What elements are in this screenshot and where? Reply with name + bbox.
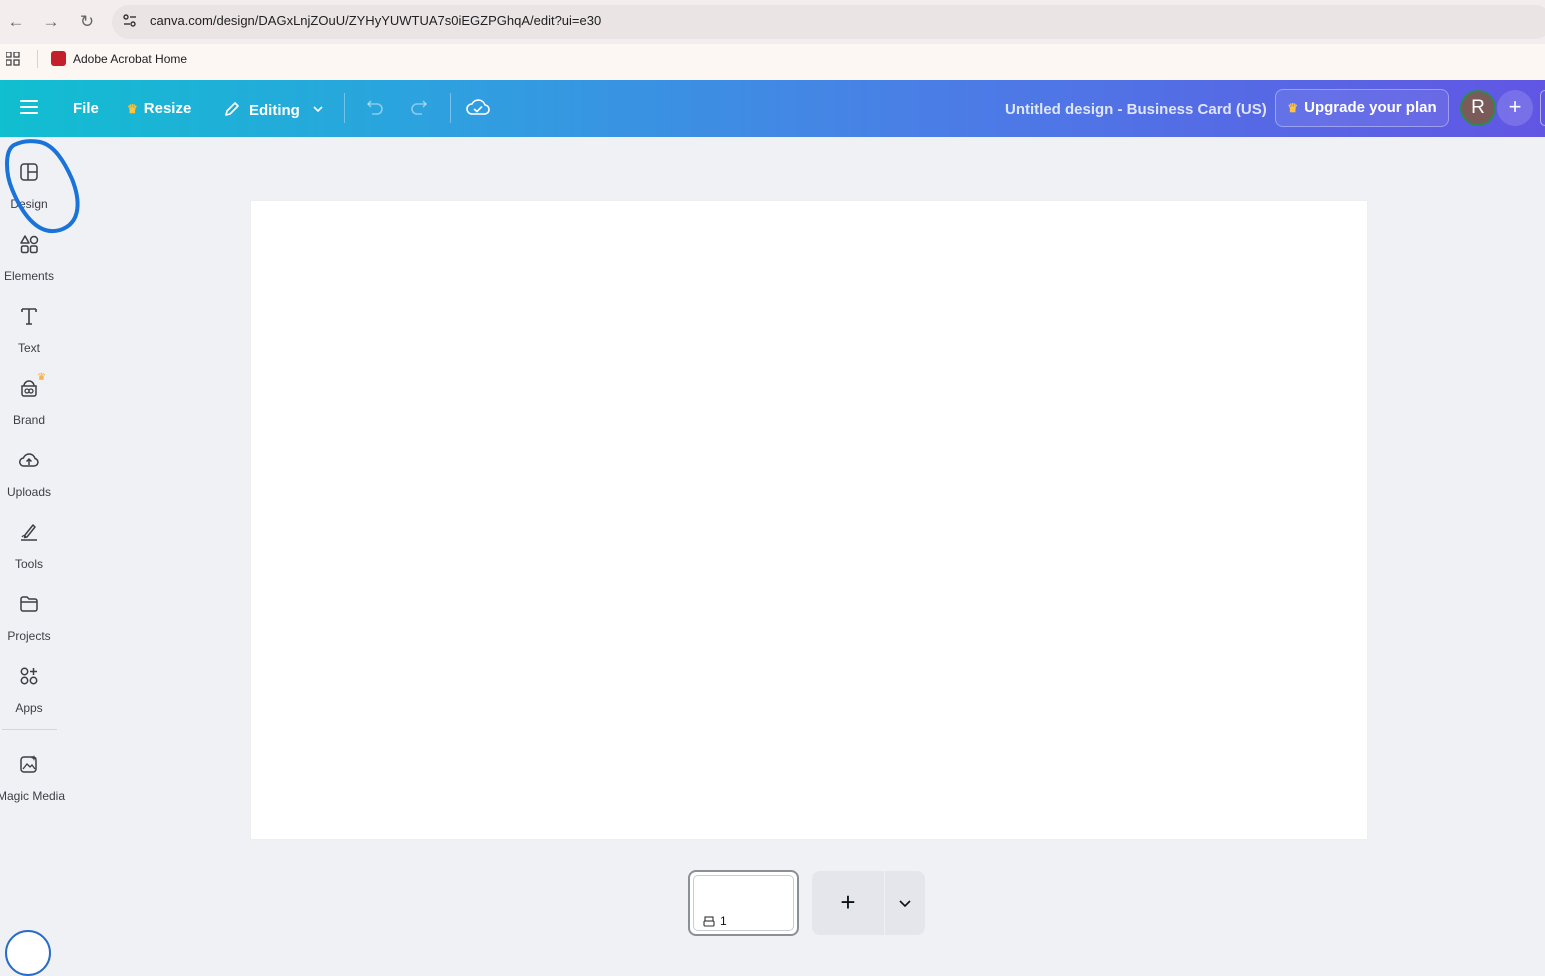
bookmarks-bar xyxy=(0,44,1545,81)
site-info-icon[interactable] xyxy=(121,12,139,30)
annotation-circle xyxy=(5,139,80,234)
add-collaborator-button[interactable]: + xyxy=(1497,90,1533,126)
apps-grid-icon[interactable] xyxy=(6,52,20,66)
sidebar-item-tools[interactable]: Tools xyxy=(0,522,58,588)
apps-icon xyxy=(20,667,38,685)
upgrade-label: Upgrade your plan xyxy=(1304,99,1437,116)
premium-crown-icon: ♛ xyxy=(37,372,46,383)
undo-icon[interactable] xyxy=(363,98,385,118)
crown-icon: ♛ xyxy=(1287,101,1299,115)
sidebar-item-projects[interactable]: Projects xyxy=(0,594,58,660)
bookmark-adobe-acrobat[interactable]: Adobe Acrobat Home xyxy=(73,52,187,66)
projects-icon xyxy=(20,596,38,612)
page-number: 1 xyxy=(720,914,727,928)
sidebar-item-label: Brand xyxy=(12,413,46,427)
magic-media-icon xyxy=(20,755,37,773)
sidebar-item-label: Magic Media xyxy=(0,789,66,803)
editing-label: Editing xyxy=(249,102,300,119)
share-button-partial[interactable] xyxy=(1540,90,1545,126)
sidebar-item-label: Projects xyxy=(7,629,51,643)
crown-icon: ♛ xyxy=(127,102,138,116)
uploads-icon xyxy=(19,453,39,467)
tools-icon xyxy=(21,524,37,541)
cloud-saved-icon[interactable] xyxy=(466,97,490,119)
pencil-icon xyxy=(225,102,239,116)
header-divider xyxy=(344,93,345,123)
url-text[interactable]: canva.com/design/DAGxLnjZOuU/ZYHyYUWTUA7… xyxy=(150,13,601,28)
document-title[interactable]: Untitled design - Business Card (US) xyxy=(1005,101,1267,118)
sidebar-item-label: Apps xyxy=(15,701,43,715)
sidebar-item-text[interactable]: Text xyxy=(0,306,58,372)
resize-button[interactable]: ♛ Resize xyxy=(127,100,191,117)
menu-icon[interactable] xyxy=(20,100,38,115)
sidebar-item-apps[interactable]: Apps xyxy=(0,666,58,732)
acrobat-icon xyxy=(51,51,66,66)
add-page-options-button[interactable] xyxy=(885,871,925,935)
brand-icon xyxy=(21,380,37,397)
elements-icon xyxy=(20,235,39,254)
header-divider xyxy=(450,93,451,123)
chevron-down-icon xyxy=(313,106,323,113)
forward-icon[interactable]: → xyxy=(40,12,62,32)
file-menu[interactable]: File xyxy=(73,100,99,117)
sidebar-item-elements[interactable]: Elements xyxy=(0,234,58,300)
redo-icon[interactable] xyxy=(409,98,431,118)
sidebar-item-label: Elements xyxy=(3,269,55,283)
print-icon xyxy=(703,916,715,927)
bookmark-divider xyxy=(37,50,38,68)
sidebar-item-magic-media[interactable]: Magic Media xyxy=(0,754,65,820)
left-sidebar: Design Elements Text ♛ Brand Uploads Too… xyxy=(0,137,65,950)
back-icon[interactable]: ← xyxy=(5,12,27,32)
sidebar-item-label: Uploads xyxy=(6,485,52,499)
add-page-button[interactable]: + xyxy=(812,871,884,935)
sidebar-item-label: Tools xyxy=(14,557,43,571)
sidebar-item-brand[interactable]: ♛ Brand xyxy=(0,372,58,444)
upgrade-button[interactable]: ♛ Upgrade your plan xyxy=(1275,89,1449,127)
sidebar-item-uploads[interactable]: Uploads xyxy=(0,450,58,516)
reload-icon[interactable]: ↻ xyxy=(76,12,98,32)
sidebar-item-label: Text xyxy=(17,341,40,355)
avatar[interactable]: R xyxy=(1460,90,1496,126)
chevron-down-icon xyxy=(899,900,911,908)
magic-assistant-button[interactable] xyxy=(5,930,51,976)
editing-mode-dropdown[interactable]: Editing xyxy=(223,100,324,119)
sidebar-divider xyxy=(2,729,57,730)
resize-label: Resize xyxy=(143,100,192,117)
text-icon xyxy=(21,308,37,325)
design-canvas[interactable] xyxy=(251,201,1367,839)
